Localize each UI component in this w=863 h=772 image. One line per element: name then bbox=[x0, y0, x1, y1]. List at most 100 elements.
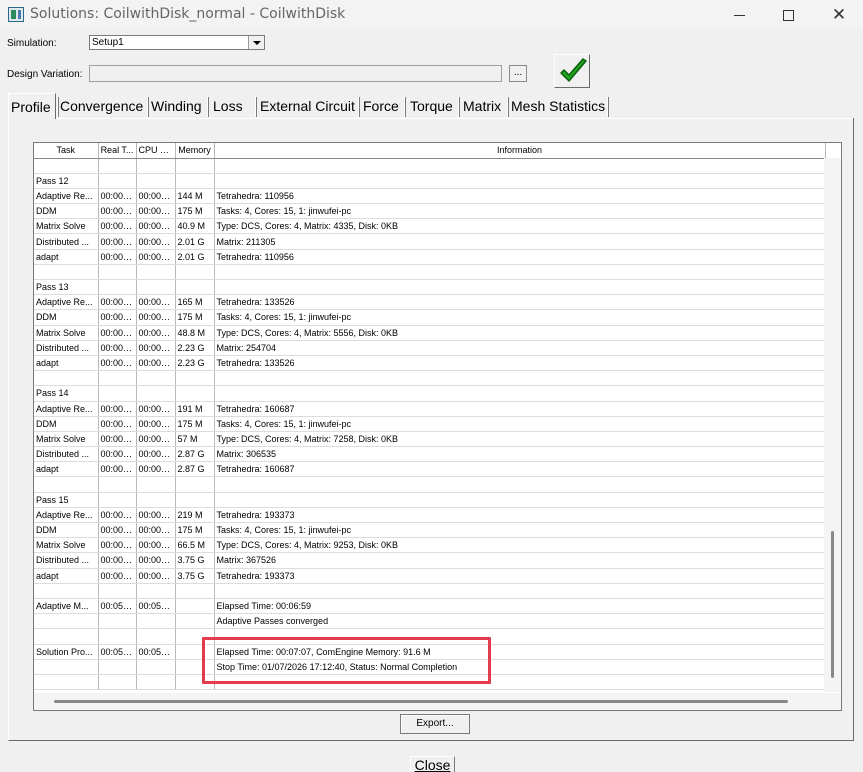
task-cell: DDM bbox=[34, 203, 99, 220]
table-row[interactable]: adapt 00:00:17 00:00:17 2.87 G Tetrahedra: 1… bbox=[34, 461, 826, 478]
tab-separator bbox=[404, 97, 406, 117]
information-cell: Matrix: 367526 bbox=[214, 552, 826, 569]
information-cell: Tetrahedra: 160687 bbox=[214, 461, 826, 478]
tab-winding[interactable]: Winding bbox=[149, 95, 204, 118]
table-row[interactable] bbox=[34, 264, 826, 281]
tab-mesh-statistics[interactable]: Mesh Statistics bbox=[509, 95, 607, 118]
table-header-row: Task Real T... CPU Ti... Memory Informat… bbox=[34, 143, 826, 159]
profile-grid: Task Real T... CPU Ti... Memory Informat… bbox=[33, 142, 842, 711]
table-row[interactable]: Adaptive Passes converged bbox=[34, 613, 826, 630]
memory-cell bbox=[175, 492, 215, 508]
table-row[interactable]: Pass 15 bbox=[34, 492, 826, 508]
real-time-cell: 00:00:21 bbox=[98, 552, 137, 569]
minimize-button[interactable] bbox=[715, 0, 763, 30]
tab-matrix[interactable]: Matrix bbox=[461, 95, 503, 118]
table-row[interactable] bbox=[34, 158, 826, 174]
table-row[interactable]: Adaptive Re... 00:00:06 00:00:07 219 M Tetra… bbox=[34, 507, 826, 524]
memory-cell: 40.9 M bbox=[175, 218, 215, 235]
real-time-cell bbox=[98, 370, 137, 387]
table-row[interactable]: Distributed ... 00:00:13 00:00:20 2.23 G Mat… bbox=[34, 340, 826, 356]
simulation-select[interactable]: Setup1 bbox=[89, 35, 265, 50]
table-row[interactable]: adapt 00:00:16 00:00:15 2.01 G Tetrahedra: 1… bbox=[34, 249, 826, 265]
table-row[interactable]: Pass 12 bbox=[34, 173, 826, 189]
memory-cell bbox=[175, 264, 215, 281]
tab-force[interactable]: Force bbox=[361, 95, 401, 118]
table-row[interactable]: DDM 00:00:00 00:00:00 175 M Tasks: 4, Cores:… bbox=[34, 203, 826, 220]
column-header-cpu-time[interactable]: CPU Ti... bbox=[136, 143, 176, 159]
design-variation-field[interactable] bbox=[89, 65, 502, 82]
task-cell: adapt bbox=[34, 568, 99, 584]
tab-convergence[interactable]: Convergence bbox=[58, 95, 145, 118]
memory-cell bbox=[175, 279, 215, 296]
real-time-cell bbox=[98, 628, 137, 645]
table-row[interactable]: adapt 00:00:20 00:00:21 3.75 G Tetrahedra: 1… bbox=[34, 568, 826, 584]
table-row[interactable]: Distributed ... 00:00:13 00:00:18 2.01 G Mat… bbox=[34, 233, 826, 250]
table-row[interactable]: Pass 13 bbox=[34, 279, 826, 296]
real-time-cell: 00:00:00 bbox=[98, 218, 137, 235]
vertical-scroll-thumb[interactable] bbox=[831, 531, 834, 678]
task-cell: Adaptive Re... bbox=[34, 507, 99, 524]
solution-status-indicator bbox=[554, 54, 590, 88]
table-row[interactable]: Matrix Solve 00:00:00 00:00:00 48.8 M Type: … bbox=[34, 325, 826, 341]
cpu-time-cell bbox=[136, 173, 176, 189]
design-variation-browse-button[interactable]: ... bbox=[509, 65, 527, 82]
information-cell: Tasks: 4, Cores: 15, 1: jinwufei-pc bbox=[214, 522, 826, 539]
tab-external-circuit[interactable]: External Circuit bbox=[258, 95, 357, 118]
memory-cell: 175 M bbox=[175, 203, 215, 220]
information-cell: Matrix: 254704 bbox=[214, 340, 826, 356]
information-cell: Elapsed Time: 00:06:59 bbox=[214, 598, 826, 615]
maximize-button[interactable] bbox=[764, 0, 812, 30]
task-cell: Pass 14 bbox=[34, 385, 99, 402]
close-button[interactable]: Close bbox=[410, 756, 455, 772]
close-window-button[interactable]: ✕ bbox=[815, 0, 863, 30]
real-time-cell: 00:00:00 bbox=[98, 203, 137, 220]
table-row[interactable]: DDM 00:00:00 00:00:00 175 M Tasks: 4, Cores:… bbox=[34, 309, 826, 326]
table-row[interactable]: Matrix Solve 00:00:00 00:00:00 57 M Type: DC… bbox=[34, 431, 826, 448]
real-time-cell bbox=[98, 674, 137, 691]
close-icon: ✕ bbox=[831, 4, 847, 25]
table-row[interactable]: Distributed ... 00:00:16 00:00:28 2.87 G Mat… bbox=[34, 446, 826, 463]
task-cell: adapt bbox=[34, 355, 99, 372]
export-button[interactable]: Export... bbox=[400, 714, 470, 734]
table-row[interactable]: Adaptive M... 00:05:26 00:05:51 Elapsed Tim… bbox=[34, 598, 826, 615]
table-row[interactable]: Matrix Solve 00:00:00 00:00:00 40.9 M Type: … bbox=[34, 218, 826, 235]
horizontal-scroll-thumb[interactable] bbox=[54, 700, 788, 703]
column-header-information[interactable]: Information bbox=[214, 143, 826, 159]
task-cell: Adaptive Re... bbox=[34, 188, 99, 205]
information-cell bbox=[214, 583, 826, 599]
simulation-value: Setup1 bbox=[92, 37, 124, 48]
column-header-task[interactable]: Task bbox=[34, 143, 99, 159]
memory-cell: 175 M bbox=[175, 309, 215, 326]
tab-torque[interactable]: Torque bbox=[408, 95, 455, 118]
table-row[interactable] bbox=[34, 583, 826, 599]
table-row[interactable]: Adaptive Re... 00:00:05 00:00:05 144 M Tetra… bbox=[34, 188, 826, 205]
table-row[interactable]: Adaptive Re... 00:00:04 00:00:04 165 M Tetra… bbox=[34, 294, 826, 311]
table-row[interactable]: Matrix Solve 00:00:00 00:00:00 66.5 M Type: … bbox=[34, 537, 826, 554]
table-row[interactable] bbox=[34, 476, 826, 493]
table-row[interactable] bbox=[34, 370, 826, 387]
real-time-cell: 00:05:27 bbox=[98, 644, 137, 660]
memory-cell: 66.5 M bbox=[175, 537, 215, 554]
table-row[interactable]: adapt 00:00:15 00:00:15 2.23 G Tetrahedra: 1… bbox=[34, 355, 826, 372]
tab-loss[interactable]: Loss bbox=[211, 95, 245, 118]
memory-cell: 175 M bbox=[175, 416, 215, 432]
information-cell: Type: DCS, Cores: 4, Matrix: 7258, Disk:… bbox=[214, 431, 826, 448]
table-row[interactable]: Adaptive Re... 00:00:05 00:00:05 191 M Tetra… bbox=[34, 401, 826, 417]
table-row[interactable]: DDM 00:00:00 00:00:00 175 M Tasks: 4, Cores:… bbox=[34, 522, 826, 539]
information-cell: Tasks: 4, Cores: 15, 1: jinwufei-pc bbox=[214, 309, 826, 326]
table-row[interactable]: Pass 14 bbox=[34, 385, 826, 402]
task-cell: Pass 13 bbox=[34, 279, 99, 296]
table-row[interactable]: DDM 00:00:00 00:00:00 175 M Tasks: 4, Cores:… bbox=[34, 416, 826, 432]
information-cell: Tetrahedra: 133526 bbox=[214, 355, 826, 372]
memory-cell bbox=[175, 598, 215, 615]
column-header-real-time[interactable]: Real T... bbox=[98, 143, 137, 159]
real-time-cell: 00:00:04 bbox=[98, 294, 137, 311]
chevron-down-icon[interactable] bbox=[248, 36, 264, 49]
task-cell: Matrix Solve bbox=[34, 537, 99, 554]
cpu-time-cell bbox=[136, 370, 176, 387]
memory-cell: 2.23 G bbox=[175, 340, 215, 356]
information-cell: Type: DCS, Cores: 4, Matrix: 9253, Disk:… bbox=[214, 537, 826, 554]
table-row[interactable]: Distributed ... 00:00:21 00:00:38 3.75 G Mat… bbox=[34, 552, 826, 569]
tab-profile[interactable]: Profile bbox=[8, 93, 56, 119]
column-header-memory[interactable]: Memory bbox=[175, 143, 215, 159]
